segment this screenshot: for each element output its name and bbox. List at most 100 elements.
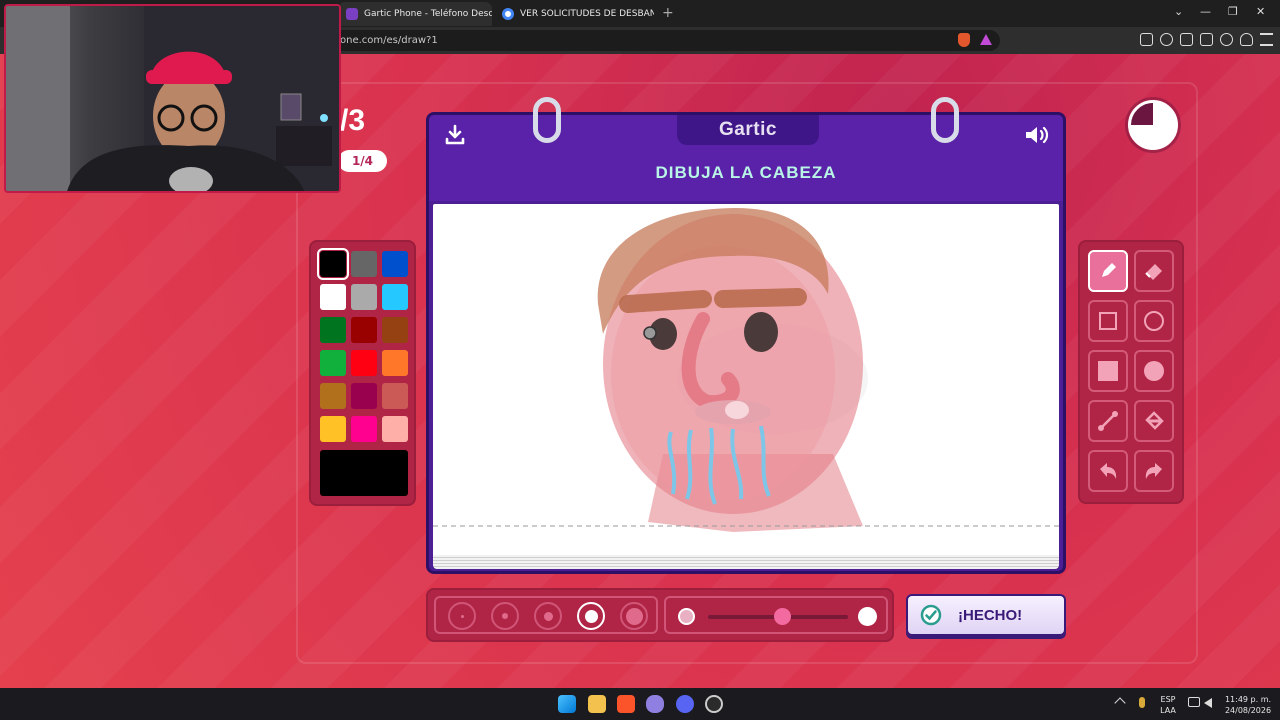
- color-swatch[interactable]: [320, 317, 346, 343]
- color-swatch[interactable]: [351, 383, 377, 409]
- tab-search-icon[interactable]: ⌄: [1174, 5, 1183, 18]
- line-icon: [1098, 411, 1118, 431]
- drawing-canvas[interactable]: [433, 204, 1059, 562]
- canvas-drawing: [433, 207, 1059, 532]
- eraser-tool[interactable]: [1134, 250, 1174, 292]
- color-swatch[interactable]: [382, 416, 408, 442]
- current-color-preview: [320, 450, 408, 496]
- eraser-icon: [1145, 264, 1162, 280]
- maximize-button[interactable]: ❐: [1228, 5, 1238, 18]
- undo-icon: [1100, 463, 1117, 479]
- color-swatch[interactable]: [351, 284, 377, 310]
- color-swatch[interactable]: [317, 248, 349, 280]
- circle-outline-icon: [1144, 311, 1164, 331]
- brush-size-3[interactable]: [534, 602, 562, 630]
- download-icon[interactable]: [443, 123, 467, 147]
- gartic-logo: Gartic: [719, 119, 777, 140]
- opacity-min-icon: [678, 608, 695, 625]
- rect-outline-icon: [1099, 312, 1117, 330]
- color-swatch[interactable]: [382, 350, 408, 376]
- circle-filled-icon: [1144, 361, 1164, 381]
- line-tool[interactable]: [1088, 400, 1128, 442]
- vpn-icon[interactable]: [1240, 33, 1253, 46]
- round-progress-badge: 1/4: [338, 150, 387, 172]
- menu-icon[interactable]: [1260, 33, 1273, 46]
- notebook-header: Gartic DIBUJA LA CABEZA: [429, 115, 1063, 201]
- game-controller-icon[interactable]: [646, 695, 664, 713]
- brush-size-group: [434, 596, 658, 634]
- file-explorer-icon[interactable]: [588, 695, 606, 713]
- webcam-overlay: [4, 4, 341, 193]
- brave-browser-icon[interactable]: [617, 695, 635, 713]
- leo-ai-icon[interactable]: [1220, 33, 1233, 46]
- color-swatch[interactable]: [351, 416, 377, 442]
- circle-outline-tool[interactable]: [1134, 300, 1174, 342]
- windows-start-icon[interactable]: [558, 695, 576, 713]
- color-swatch[interactable]: [351, 350, 377, 376]
- close-window-button[interactable]: ✕: [1256, 5, 1265, 18]
- tab-gartic[interactable]: Gartic Phone - Teléfono Descom ✕: [338, 2, 492, 26]
- clock-time: 11:49 p. m.: [1224, 695, 1272, 704]
- brush-size-1[interactable]: [448, 602, 476, 630]
- discord-icon[interactable]: [676, 695, 694, 713]
- color-swatch[interactable]: [320, 284, 346, 310]
- opacity-max-icon: [858, 607, 877, 626]
- brush-size-5[interactable]: [620, 602, 648, 630]
- color-swatch[interactable]: [382, 317, 408, 343]
- tools-panel: [1078, 240, 1184, 504]
- pen-tool[interactable]: [1088, 250, 1128, 292]
- opacity-slider-handle[interactable]: [774, 608, 791, 625]
- media-icon[interactable]: [1160, 33, 1173, 46]
- brush-size-2[interactable]: [491, 602, 519, 630]
- wallet-icon[interactable]: [1200, 33, 1213, 46]
- redo-icon: [1145, 463, 1162, 479]
- google-favicon: [502, 8, 514, 20]
- color-swatch[interactable]: [382, 383, 408, 409]
- brave-shield-icon[interactable]: [958, 33, 970, 47]
- tab-desbaneo[interactable]: VER SOLICITUDES DE DESBANEO EN ✕: [502, 2, 654, 26]
- url-text: one.com/es/draw?1: [340, 35, 438, 46]
- brave-rewards-icon[interactable]: [980, 34, 992, 45]
- done-label: ¡HECHO!: [958, 606, 1023, 624]
- brush-toolbar: [426, 588, 894, 642]
- drawing-notebook: Gartic DIBUJA LA CABEZA: [426, 97, 1066, 574]
- notebook-ring-left: [533, 97, 561, 143]
- redo-tool[interactable]: [1134, 450, 1174, 492]
- color-swatch[interactable]: [320, 416, 346, 442]
- language-code: ESP: [1160, 695, 1176, 704]
- notebook-ring-right: [931, 97, 959, 143]
- rectangle-filled-tool[interactable]: [1088, 350, 1128, 392]
- rectangle-outline-tool[interactable]: [1088, 300, 1128, 342]
- obs-studio-icon[interactable]: [705, 695, 723, 713]
- new-tab-button[interactable]: +: [662, 5, 674, 21]
- notebook-pages: [433, 555, 1059, 569]
- tab-title: Gartic Phone - Teléfono Descom: [364, 9, 492, 19]
- microphone-icon[interactable]: [1139, 697, 1145, 708]
- gartic-favicon: [346, 8, 358, 20]
- clock[interactable]: 11:49 p. m. 24/08/2026: [1220, 694, 1276, 716]
- pen-icon: [1102, 263, 1116, 277]
- color-swatch[interactable]: [351, 251, 377, 277]
- minimize-button[interactable]: —: [1200, 5, 1211, 18]
- undo-tool[interactable]: [1088, 450, 1128, 492]
- clock-date: 24/08/2026: [1224, 706, 1272, 715]
- sidebar-icon[interactable]: [1180, 33, 1193, 46]
- color-swatch[interactable]: [320, 383, 346, 409]
- network-icon[interactable]: [1188, 697, 1200, 707]
- tray-chevron-up-icon[interactable]: [1114, 697, 1126, 709]
- color-swatch[interactable]: [320, 350, 346, 376]
- done-button[interactable]: ¡HECHO!: [906, 594, 1066, 636]
- color-swatch[interactable]: [382, 284, 408, 310]
- color-palette: [309, 240, 416, 506]
- language-indicator[interactable]: ESP LAA: [1156, 694, 1180, 716]
- speaker-icon[interactable]: [1023, 123, 1051, 147]
- fill-tool[interactable]: [1134, 400, 1174, 442]
- circle-filled-tool[interactable]: [1134, 350, 1174, 392]
- brush-size-4[interactable]: [577, 602, 605, 630]
- extensions-icon[interactable]: [1140, 33, 1153, 46]
- bucket-icon: [1145, 411, 1164, 430]
- color-swatch[interactable]: [351, 317, 377, 343]
- volume-icon[interactable]: [1204, 698, 1212, 708]
- color-swatch[interactable]: [382, 251, 408, 277]
- address-bar[interactable]: one.com/es/draw?1: [300, 30, 1000, 51]
